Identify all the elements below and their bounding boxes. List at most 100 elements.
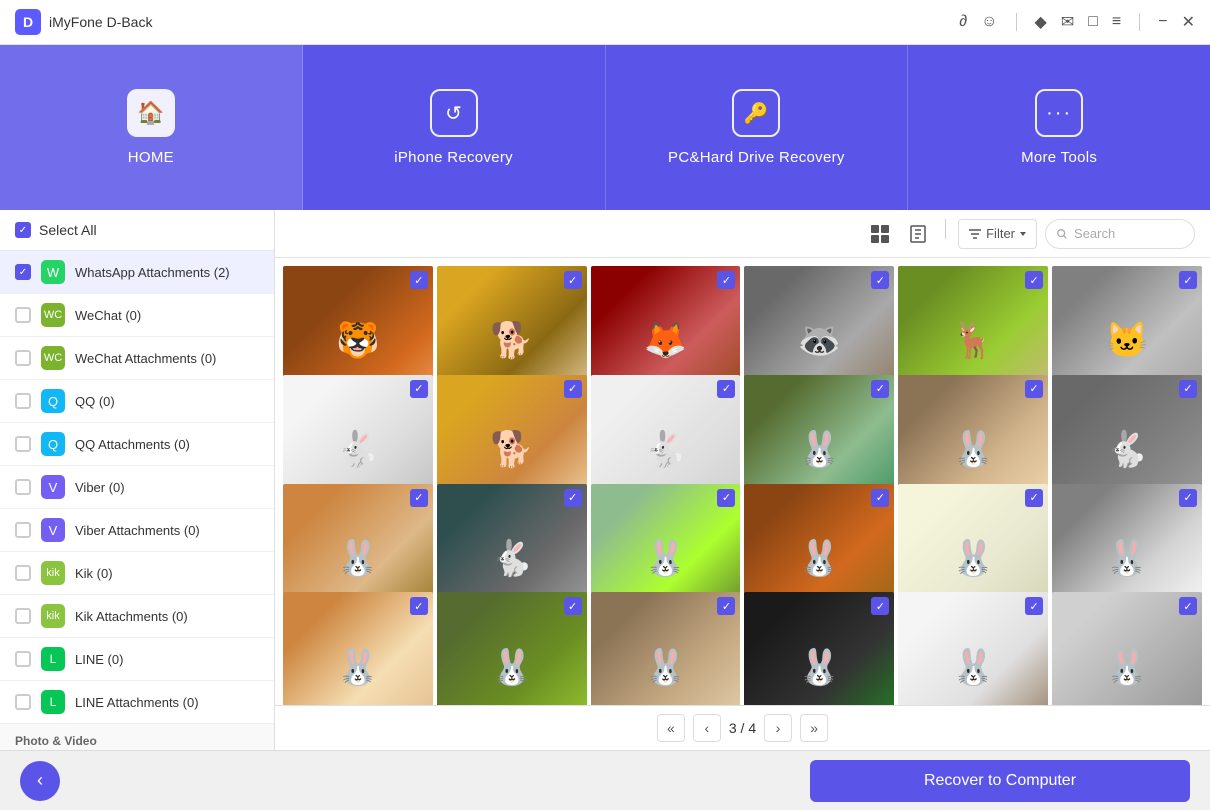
kik-label: Kik (0) (75, 566, 113, 581)
grid-view-icon[interactable] (865, 219, 895, 249)
close-button[interactable]: ✕ (1182, 12, 1195, 32)
location-icon[interactable]: ◆ (1035, 12, 1047, 32)
user-icon[interactable]: ☺ (981, 13, 997, 31)
sidebar-item-qq-attachments[interactable]: Q QQ Attachments (0) (0, 423, 274, 466)
sidebar-item-kik[interactable]: kik Kik (0) (0, 552, 274, 595)
viber-att-icon: V (41, 518, 65, 542)
nav-more-tools-label: More Tools (1021, 149, 1097, 166)
line-att-label: LINE Attachments (0) (75, 695, 199, 710)
recover-button[interactable]: Recover to Computer (810, 760, 1190, 802)
nav-home-label: HOME (128, 149, 174, 166)
select-all-checkbox[interactable]: ✓ (15, 222, 31, 238)
wechat-icon: WC (41, 303, 65, 327)
viber-checkbox[interactable] (15, 479, 31, 495)
photo-check-18[interactable]: ✓ (410, 597, 428, 615)
photo-check-6[interactable]: ✓ (410, 380, 428, 398)
app-logo: D iMyFone D-Back (15, 9, 152, 35)
kik-icon: kik (41, 561, 65, 585)
sidebar-item-wechat-attachments[interactable]: WC WeChat Attachments (0) (0, 337, 274, 380)
photo-cell[interactable]: 🐰 ✓ (898, 592, 1048, 705)
sidebar-item-viber-attachments[interactable]: V Viber Attachments (0) (0, 509, 274, 552)
logo-icon: D (15, 9, 41, 35)
nav-more-tools[interactable]: ··· More Tools (908, 45, 1210, 210)
photo-cell[interactable]: 🐰 ✓ (744, 592, 894, 705)
photo-check-7[interactable]: ✓ (564, 380, 582, 398)
app-title: iMyFone D-Back (49, 14, 152, 30)
share-icon[interactable]: ∂ (959, 13, 967, 31)
qq-att-icon: Q (41, 432, 65, 456)
photo-check-3[interactable]: ✓ (871, 271, 889, 289)
qq-att-checkbox[interactable] (15, 436, 31, 452)
photo-check-20[interactable]: ✓ (717, 597, 735, 615)
photo-video-section-header: Photo & Video (0, 724, 274, 750)
pagination: « ‹ 3 / 4 › » (275, 705, 1210, 750)
main-area: ✓ Select All ✓ W WhatsApp Attachments (2… (0, 210, 1210, 750)
filter-label: Filter (986, 226, 1015, 241)
photo-check-1[interactable]: ✓ (564, 271, 582, 289)
select-all-row[interactable]: ✓ Select All (0, 210, 274, 251)
minimize-button[interactable]: − (1158, 13, 1167, 31)
filter-button[interactable]: Filter (958, 219, 1037, 249)
photo-check-8[interactable]: ✓ (717, 380, 735, 398)
qq-checkbox[interactable] (15, 393, 31, 409)
gallery-area: Filter 🐯 ✓ 🐕 ✓ 🦊 ✓ (275, 210, 1210, 750)
last-page-button[interactable]: » (800, 714, 828, 742)
photo-check-5[interactable]: ✓ (1179, 271, 1197, 289)
viber-att-checkbox[interactable] (15, 522, 31, 538)
photo-check-23[interactable]: ✓ (1179, 597, 1197, 615)
mail-icon[interactable]: ✉ (1061, 12, 1074, 32)
photo-check-0[interactable]: ✓ (410, 271, 428, 289)
sidebar-item-line-attachments[interactable]: L LINE Attachments (0) (0, 681, 274, 724)
search-input[interactable] (1074, 226, 1184, 241)
chat-icon[interactable]: □ (1088, 13, 1098, 31)
sidebar-item-line[interactable]: L LINE (0) (0, 638, 274, 681)
whatsapp-checkbox[interactable]: ✓ (15, 264, 31, 280)
wechat-att-checkbox[interactable] (15, 350, 31, 366)
wechat-checkbox[interactable] (15, 307, 31, 323)
viber-label: Viber (0) (75, 480, 125, 495)
photo-grid: 🐯 ✓ 🐕 ✓ 🦊 ✓ 🦝 ✓ 🦌 ✓ 🐱 ✓ 🐇 ✓ 🐕 ✓ 🐇 ✓ 🐰 (275, 258, 1210, 705)
sidebar-item-kik-attachments[interactable]: kik Kik Attachments (0) (0, 595, 274, 638)
sidebar-item-qq[interactable]: Q QQ (0) (0, 380, 274, 423)
select-all-label[interactable]: Select All (39, 222, 97, 238)
navbar: 🏠 HOME ↺ iPhone Recovery 🔑 PC&Hard Drive… (0, 45, 1210, 210)
nav-iphone-recovery[interactable]: ↺ iPhone Recovery (303, 45, 606, 210)
photo-check-9[interactable]: ✓ (871, 380, 889, 398)
menu-icon[interactable]: ≡ (1112, 13, 1121, 31)
kik-checkbox[interactable] (15, 565, 31, 581)
photo-check-10[interactable]: ✓ (1025, 380, 1043, 398)
photo-check-15[interactable]: ✓ (871, 489, 889, 507)
first-page-button[interactable]: « (657, 714, 685, 742)
next-page-button[interactable]: › (764, 714, 792, 742)
kik-att-checkbox[interactable] (15, 608, 31, 624)
file-view-icon[interactable] (903, 219, 933, 249)
photo-cell[interactable]: 🐰 ✓ (437, 592, 587, 705)
line-att-checkbox[interactable] (15, 694, 31, 710)
sidebar-item-viber[interactable]: V Viber (0) (0, 466, 274, 509)
photo-check-16[interactable]: ✓ (1025, 489, 1043, 507)
photo-check-22[interactable]: ✓ (1025, 597, 1043, 615)
sidebar: ✓ Select All ✓ W WhatsApp Attachments (2… (0, 210, 275, 750)
prev-page-button[interactable]: ‹ (693, 714, 721, 742)
photo-check-4[interactable]: ✓ (1025, 271, 1043, 289)
search-box[interactable] (1045, 219, 1195, 249)
nav-iphone-recovery-label: iPhone Recovery (394, 149, 513, 166)
photo-cell[interactable]: 🐰 ✓ (591, 592, 741, 705)
photo-check-19[interactable]: ✓ (564, 597, 582, 615)
photo-check-17[interactable]: ✓ (1179, 489, 1197, 507)
photo-cell[interactable]: 🐰 ✓ (1052, 592, 1202, 705)
photo-check-12[interactable]: ✓ (410, 489, 428, 507)
photo-check-21[interactable]: ✓ (871, 597, 889, 615)
photo-check-13[interactable]: ✓ (564, 489, 582, 507)
nav-pc-recovery[interactable]: 🔑 PC&Hard Drive Recovery (606, 45, 909, 210)
nav-home[interactable]: 🏠 HOME (0, 45, 303, 210)
photo-check-11[interactable]: ✓ (1179, 380, 1197, 398)
photo-check-14[interactable]: ✓ (717, 489, 735, 507)
sidebar-item-whatsapp-attachments[interactable]: ✓ W WhatsApp Attachments (2) (0, 251, 274, 294)
photo-cell[interactable]: 🐰 ✓ (283, 592, 433, 705)
sidebar-item-wechat[interactable]: WC WeChat (0) (0, 294, 274, 337)
line-checkbox[interactable] (15, 651, 31, 667)
pc-recovery-icon: 🔑 (732, 89, 780, 137)
back-button[interactable]: ‹ (20, 761, 60, 801)
photo-check-2[interactable]: ✓ (717, 271, 735, 289)
